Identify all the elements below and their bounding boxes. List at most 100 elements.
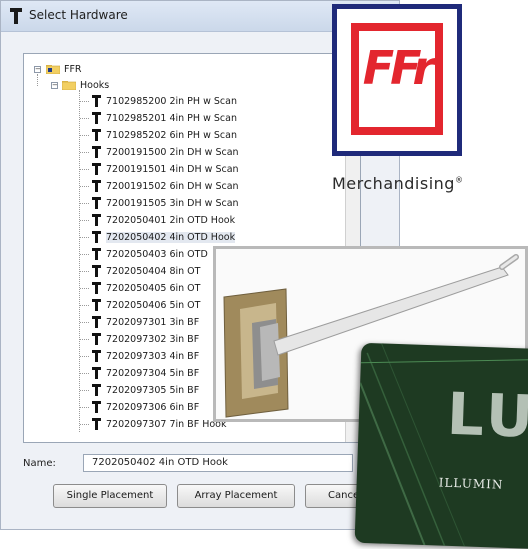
hook-icon [92,146,101,158]
tree-guide [80,203,89,204]
name-field[interactable]: 7202050402 4in OTD Hook [83,454,353,472]
tree-guide [80,135,89,136]
tree-item[interactable]: 7202097301 3in BF [92,315,199,329]
tree-item[interactable]: 7200191501 4in DH w Scan [92,162,239,176]
tree-item-label: 7202097306 6in BF [106,401,200,413]
tree-item[interactable]: 7200191505 3in DH w Scan [92,196,239,210]
tree-guide [80,152,89,153]
tree-node-hooks[interactable]: Hooks [62,78,109,92]
tree-guide [80,101,89,102]
tree-item[interactable]: 7202097303 4in BF [92,349,199,363]
tree-guide [80,288,89,289]
tree-guide [79,90,80,432]
tree-folder-label: Hooks [80,79,110,91]
tree-item-label: 7202097302 3in BF [106,333,200,345]
tree-item-label: 7202097307 7in BF Hook [106,418,227,430]
tree-item-label: 7202097301 3in BF [106,316,200,328]
tree-guide [80,237,89,238]
tree-item[interactable]: 7102985202 6in PH w Scan [92,128,237,142]
hook-icon [92,418,101,430]
tree-guide [80,169,89,170]
folder-icon [62,81,76,90]
tree-guide [80,390,89,391]
tree-item[interactable]: 7202097307 7in BF Hook [92,417,226,431]
tree-item-label: 7200191502 6in DH w Scan [106,180,239,192]
tree-guide [80,373,89,374]
hook-icon [92,112,101,124]
tree-guide [80,356,89,357]
dialog-title: Select Hardware [29,8,128,22]
tree-item-label: 7202050401 2in OTD Hook [106,214,236,226]
hook-icon [92,316,101,328]
hook-icon [92,231,101,243]
hook-icon [10,8,22,24]
expand-toggle-root[interactable]: − [34,66,41,73]
hook-icon [92,214,101,226]
hook-icon [92,384,101,396]
tree-item-label: 7200191500 2in DH w Scan [106,146,239,158]
tree-item-label: 7202050403 6in OTD [106,248,208,260]
tree-item-label: 7202050406 5in OT [106,299,201,311]
tree-guide [80,407,89,408]
tree-node-root[interactable]: FFR [46,62,82,76]
tree-item-label: 7200191505 3in DH w Scan [106,197,239,209]
registered-mark: ® [454,175,464,185]
tree-item[interactable]: 7202097305 5in BF [92,383,199,397]
tree-item[interactable]: 7202050403 6in OTD [92,247,208,261]
tree-item-label: 7102985201 4in PH w Scan [106,112,237,124]
hook-icon [92,367,101,379]
tree-guide [80,254,89,255]
tree-item-label: 7102985202 6in PH w Scan [106,129,237,141]
folder-icon [46,65,60,74]
hook-icon [92,248,101,260]
tree-guide [80,424,89,425]
expand-toggle-hooks[interactable]: − [51,82,58,89]
hook-icon [92,197,101,209]
tree-guide [80,305,89,306]
hook-icon [92,350,101,362]
tree-guide [80,220,89,221]
tree-item[interactable]: 7202097306 6in BF [92,400,199,414]
tree-guide [80,322,89,323]
ffr-logo: FFr [332,4,462,156]
tree-guide [80,118,89,119]
hook-icon [92,299,101,311]
hook-icon [92,180,101,192]
hook-icon [92,265,101,277]
tree-item[interactable]: 7200191500 2in DH w Scan [92,145,239,159]
tree-item[interactable]: 7202050404 8in OT [92,264,200,278]
hook-icon [92,95,101,107]
tree-item-label: 7202050404 8in OT [106,265,201,277]
name-label: Name: [23,458,56,469]
sign-subtext: ILLUMIN [438,475,504,492]
array-placement-button[interactable]: Array Placement [177,484,295,508]
tree-item-label: 7202097304 5in BF [106,367,200,379]
tree-root-label: FFR [64,63,82,75]
tree-item-label: 7202050402 4in OTD Hook [106,231,236,243]
tree-item[interactable]: 7102985201 4in PH w Scan [92,111,237,125]
tree-item[interactable]: 7202050401 2in OTD Hook [92,213,235,227]
tree-item-label: 7102985200 2in PH w Scan [106,95,237,107]
tree-item-label: 7202097305 5in BF [106,384,200,396]
tree-guide [80,339,89,340]
tree-item[interactable]: 7102985200 2in PH w Scan [92,94,237,108]
tree-item[interactable]: 7202050402 4in OTD Hook [92,230,236,244]
illuminated-sign-image: LU ILLUMIN [354,342,528,549]
tree-item[interactable]: 7202097302 3in BF [92,332,199,346]
tree-guide [80,186,89,187]
single-placement-button[interactable]: Single Placement [53,484,167,508]
hook-icon [92,333,101,345]
logo-caption: Merchandising® [332,174,464,193]
tree-item[interactable]: 7202050405 6in OT [92,281,200,295]
hook-icon [92,129,101,141]
ffr-logo-text: FFr [362,41,435,95]
tree-item[interactable]: 7200191502 6in DH w Scan [92,179,239,193]
tree-item[interactable]: 7202097304 5in BF [92,366,199,380]
hook-icon [92,401,101,413]
tree-item-label: 7202050405 6in OT [106,282,201,294]
sign-text: LU [445,379,528,451]
tree-guide [80,271,89,272]
tree-item-label: 7200191501 4in DH w Scan [106,163,239,175]
tree-guide [37,74,38,86]
tree-item[interactable]: 7202050406 5in OT [92,298,200,312]
